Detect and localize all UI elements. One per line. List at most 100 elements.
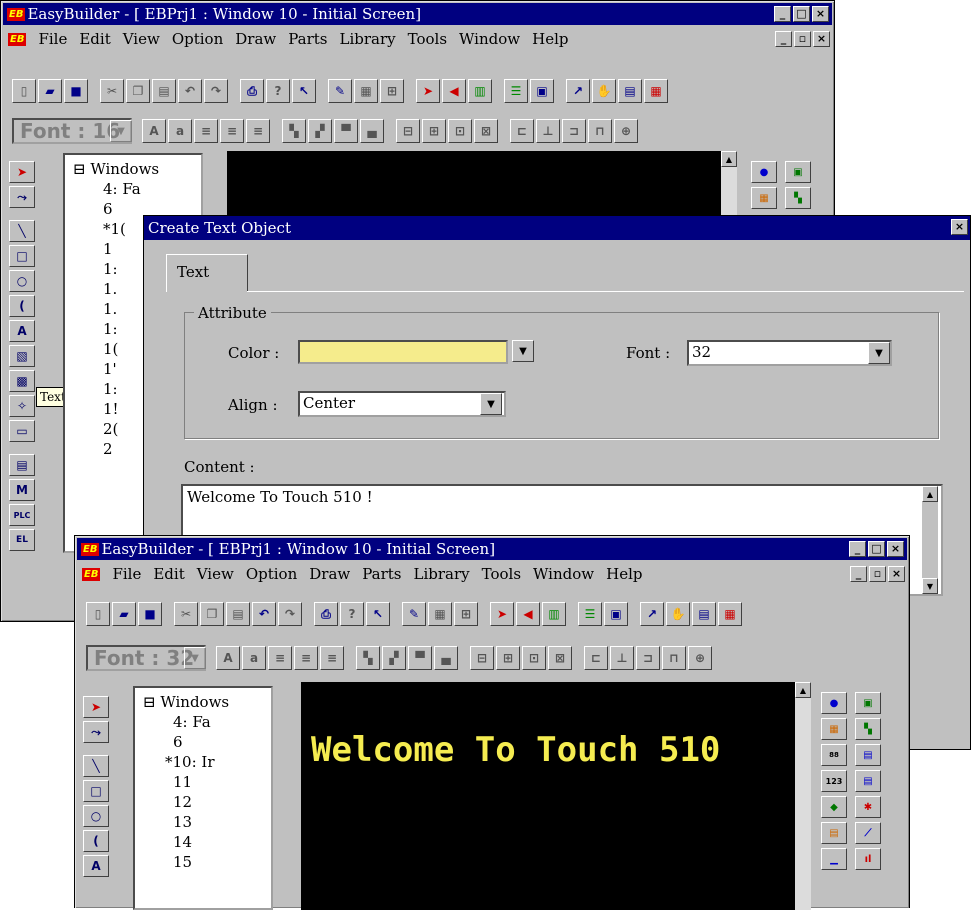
ungroup-icon[interactable]: ⊞ xyxy=(496,646,520,670)
table-icon[interactable]: ▣ xyxy=(604,602,628,626)
pen-icon[interactable]: ✎ xyxy=(402,602,426,626)
multi-state-icon[interactable]: ▦ xyxy=(751,187,777,209)
cut-icon[interactable]: ✂ xyxy=(100,79,124,103)
chart-icon[interactable]: ıl xyxy=(855,848,881,870)
new-icon[interactable]: ▯ xyxy=(12,79,36,103)
front-canvas-scrollbar[interactable]: ▲ xyxy=(795,682,811,910)
line-icon[interactable]: ╲ xyxy=(83,755,109,777)
layer-back-icon[interactable]: ▞ xyxy=(308,119,332,143)
undo-icon[interactable]: ↶ xyxy=(178,79,202,103)
doc-close-button[interactable]: × xyxy=(888,566,905,582)
font-smaller-icon[interactable]: a xyxy=(242,646,266,670)
minimize-button[interactable]: _ xyxy=(849,541,866,557)
menu-file[interactable]: File xyxy=(38,30,67,48)
library-icon[interactable]: ▥ xyxy=(468,79,492,103)
paste-icon[interactable]: ▤ xyxy=(226,602,250,626)
hand-icon[interactable]: ✋ xyxy=(592,79,616,103)
color-dropdown-button[interactable]: ▼ xyxy=(512,340,534,362)
list-icon[interactable]: ☰ xyxy=(504,79,528,103)
undo-icon[interactable]: ↶ xyxy=(252,602,276,626)
pen-icon[interactable]: ✎ xyxy=(328,79,352,103)
button-shape-icon[interactable]: ▭ xyxy=(9,420,35,442)
align-objects-right-icon[interactable]: ⊐ xyxy=(562,119,586,143)
layer-down-icon[interactable]: ▄ xyxy=(434,646,458,670)
el-icon[interactable]: EL xyxy=(9,529,35,551)
tree-node[interactable]: ⊟ Windows xyxy=(73,159,201,179)
part-tree-icon[interactable]: ▣ xyxy=(785,161,811,183)
same-width-icon[interactable]: ⊡ xyxy=(522,646,546,670)
color-swatch[interactable] xyxy=(298,340,508,364)
close-button[interactable]: × xyxy=(812,6,829,22)
part-group-icon[interactable]: ▚ xyxy=(785,187,811,209)
front-design-canvas[interactable]: Welcome To Touch 510 xyxy=(301,682,795,910)
cut-icon[interactable]: ✂ xyxy=(174,602,198,626)
tree-node[interactable]: 12 xyxy=(143,792,271,812)
scroll-up-icon[interactable]: ▲ xyxy=(721,151,737,167)
align-center-icon[interactable]: ≡ xyxy=(220,119,244,143)
import-icon[interactable]: ➤ xyxy=(416,79,440,103)
menu-parts[interactable]: Parts xyxy=(362,565,401,583)
export-icon[interactable]: ◀ xyxy=(516,602,540,626)
select-arrow-icon[interactable]: ➤ xyxy=(83,696,109,718)
alarm-icon[interactable]: ✱ xyxy=(855,796,881,818)
text-tool-icon[interactable]: A xyxy=(83,855,109,877)
scroll-up-icon[interactable]: ▲ xyxy=(795,682,811,698)
font-dropdown-button[interactable]: ▼ xyxy=(868,342,890,364)
menu-file[interactable]: File xyxy=(112,565,141,583)
doc-close-button[interactable]: × xyxy=(813,31,830,47)
tree-node[interactable]: 15 xyxy=(143,852,271,872)
context-help-icon[interactable]: ↖ xyxy=(292,79,316,103)
tree-node[interactable]: ⊟ Windows xyxy=(143,692,271,712)
align-left-icon[interactable]: ≡ xyxy=(194,119,218,143)
rotate-icon[interactable]: ⊕ xyxy=(614,119,638,143)
redo-icon[interactable]: ↷ xyxy=(204,79,228,103)
menu-draw[interactable]: Draw xyxy=(235,30,276,48)
help-icon[interactable]: ? xyxy=(266,79,290,103)
align-objects-center-icon[interactable]: ⊥ xyxy=(610,646,634,670)
table-icon[interactable]: ▣ xyxy=(530,79,554,103)
align-center-icon[interactable]: ≡ xyxy=(294,646,318,670)
scale-icon[interactable]: ▧ xyxy=(9,345,35,367)
align-right-icon[interactable]: ≡ xyxy=(320,646,344,670)
polygon-icon[interactable]: ✧ xyxy=(9,395,35,417)
toggle-switch-icon[interactable]: ◆ xyxy=(821,796,847,818)
close-button[interactable]: × xyxy=(887,541,904,557)
maximize-button[interactable]: □ xyxy=(793,6,810,22)
menu-library[interactable]: Library xyxy=(414,565,470,583)
save-icon[interactable]: ■ xyxy=(64,79,88,103)
back-title-bar[interactable]: EB EasyBuilder - [ EBPrj1 : Window 10 - … xyxy=(3,3,832,25)
part-group-icon[interactable]: ▚ xyxy=(855,718,881,740)
distribute-icon[interactable]: ⊓ xyxy=(588,119,612,143)
hammer-icon[interactable]: ↗ xyxy=(566,79,590,103)
menu-edit[interactable]: Edit xyxy=(79,30,110,48)
doc-minimize-button[interactable]: _ xyxy=(850,566,867,582)
slider-icon[interactable]: ▁ xyxy=(821,848,847,870)
grid-icon[interactable]: ▦ xyxy=(428,602,452,626)
menu-view[interactable]: View xyxy=(123,30,160,48)
menu-parts[interactable]: Parts xyxy=(288,30,327,48)
set-bit-icon[interactable]: ▤ xyxy=(855,744,881,766)
redo-icon[interactable]: ↷ xyxy=(278,602,302,626)
copy-icon[interactable]: ❐ xyxy=(200,602,224,626)
tree-node[interactable]: 4: Fa xyxy=(73,179,201,199)
menu-option[interactable]: Option xyxy=(246,565,297,583)
reshape-icon[interactable]: ⤳ xyxy=(9,186,35,208)
export-icon[interactable]: ◀ xyxy=(442,79,466,103)
chevron-down-icon[interactable]: ▼ xyxy=(184,647,206,669)
chevron-down-icon[interactable]: ▼ xyxy=(110,120,132,142)
reshape-icon[interactable]: ⤳ xyxy=(83,721,109,743)
bar-graph-icon[interactable]: ▤ xyxy=(821,822,847,844)
content-scrollbar[interactable]: ▲ ▼ xyxy=(922,486,938,594)
layer-down-icon[interactable]: ▄ xyxy=(360,119,384,143)
select-arrow-icon[interactable]: ➤ xyxy=(9,161,35,183)
bitmap-icon[interactable]: ▩ xyxy=(9,370,35,392)
hammer-icon[interactable]: ↗ xyxy=(640,602,664,626)
save-icon[interactable]: ■ xyxy=(138,602,162,626)
font-bigger-icon[interactable]: A xyxy=(142,119,166,143)
align-objects-left-icon[interactable]: ⊏ xyxy=(510,119,534,143)
menu-help[interactable]: Help xyxy=(532,30,568,48)
download-icon[interactable]: ▦ xyxy=(644,79,668,103)
maximize-button[interactable]: □ xyxy=(868,541,885,557)
copy-icon[interactable]: ❐ xyxy=(126,79,150,103)
font-select[interactable]: 32 xyxy=(687,340,892,366)
